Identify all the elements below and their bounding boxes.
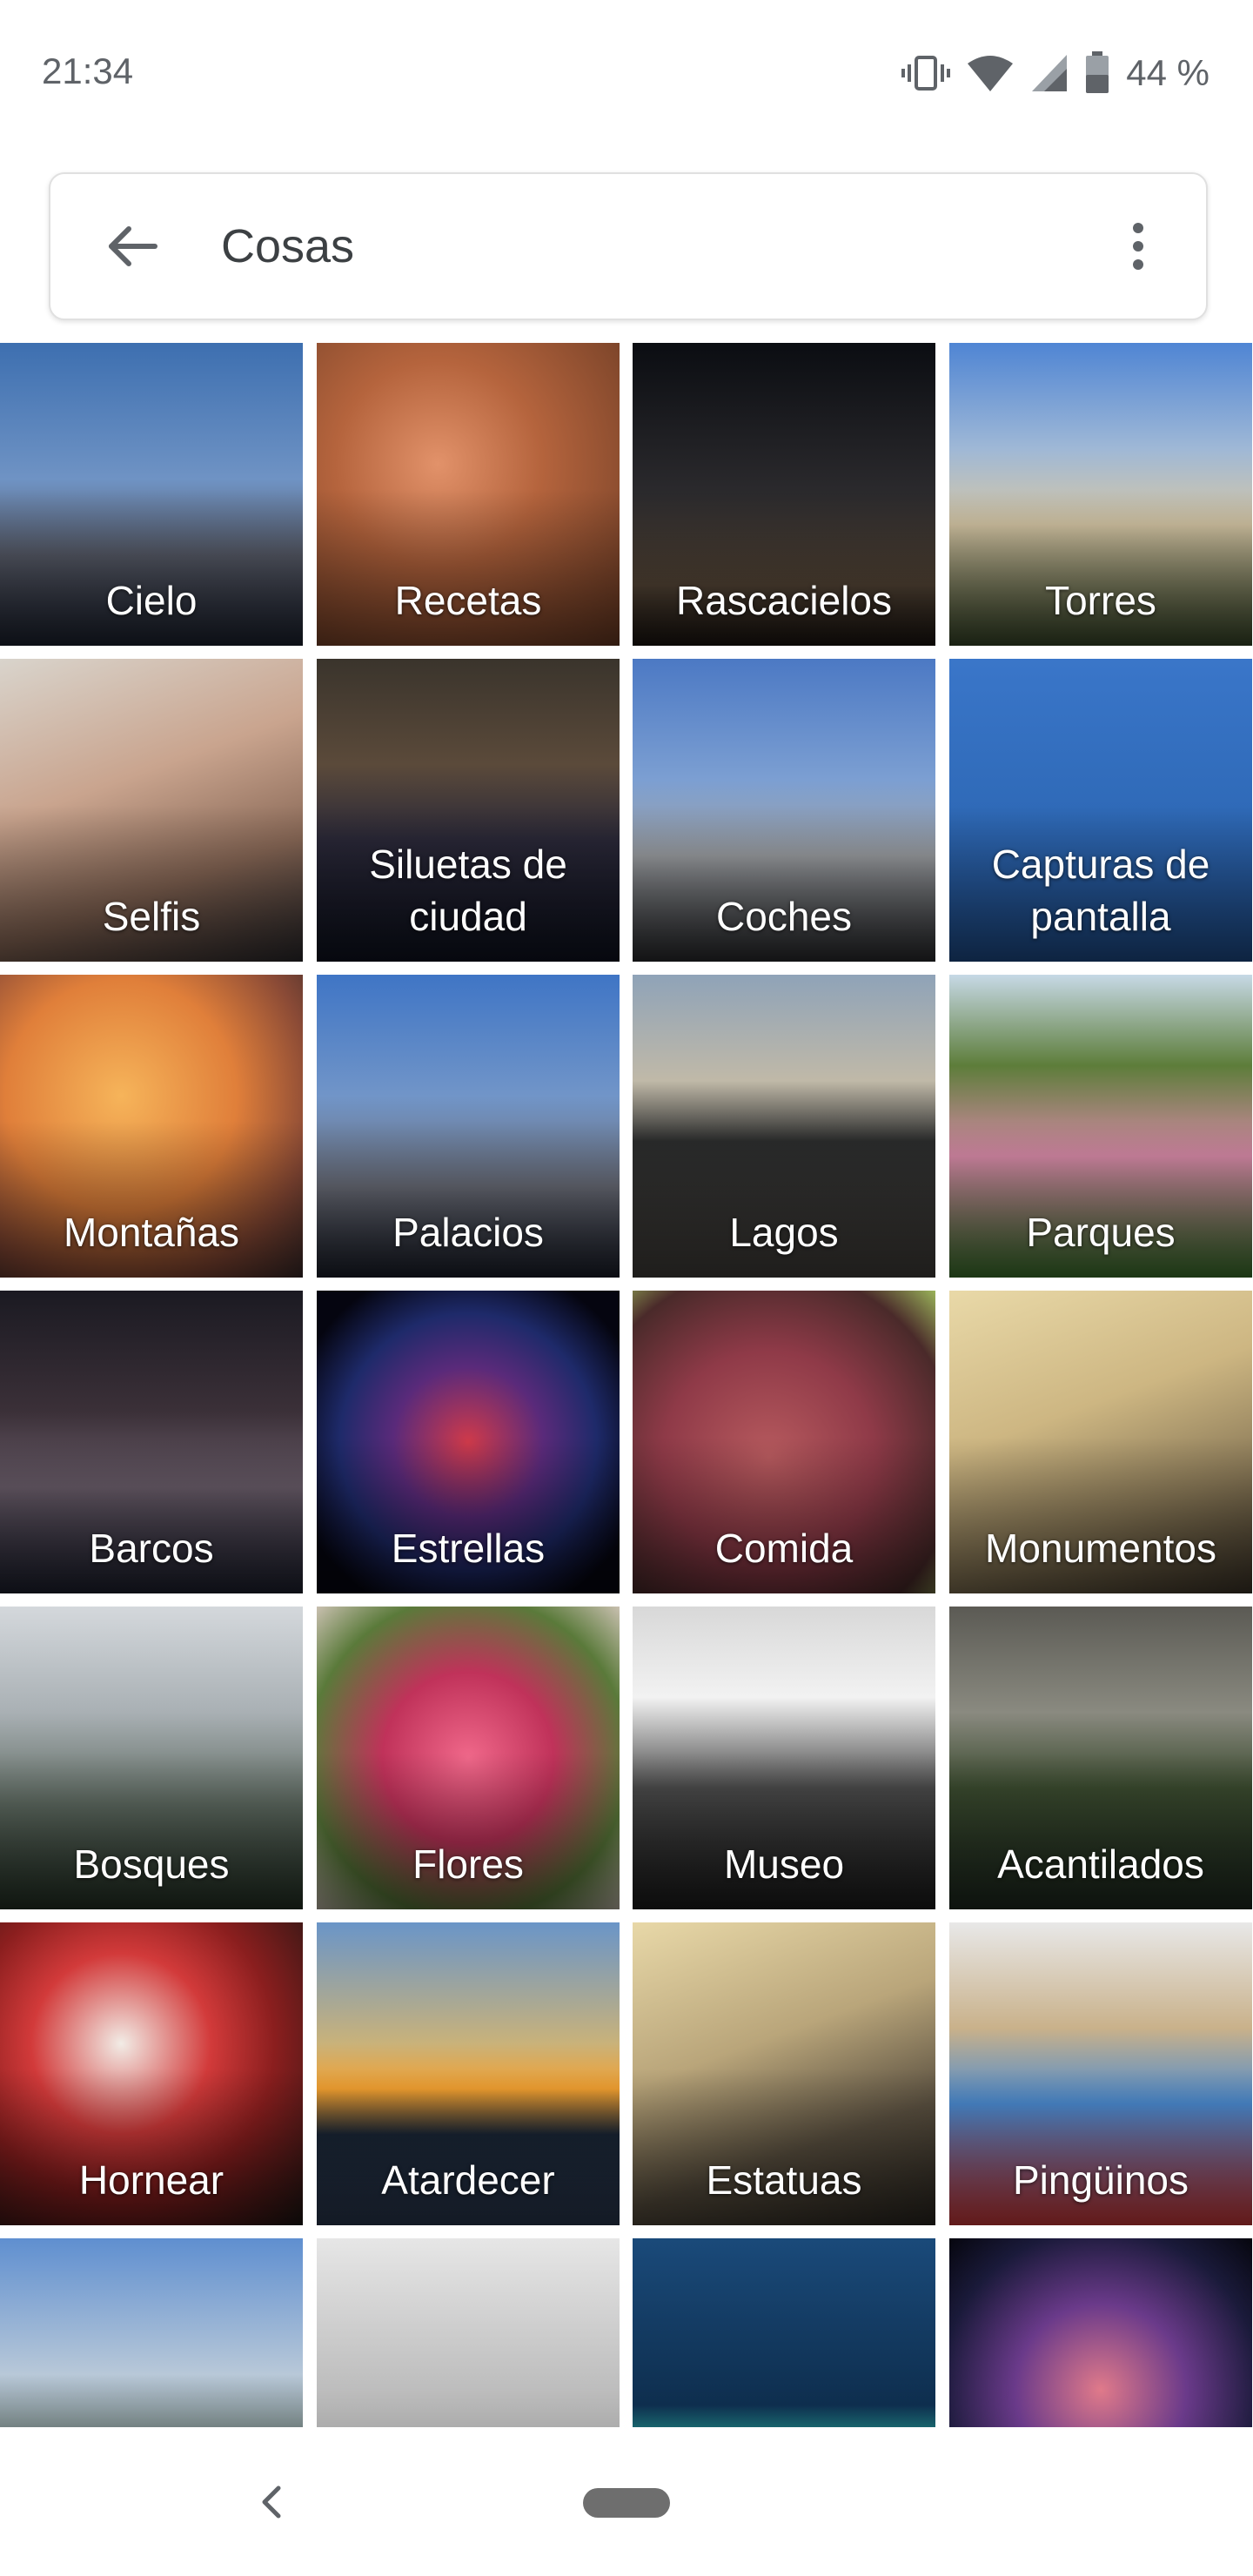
category-tile[interactable]	[317, 2238, 620, 2427]
category-tile[interactable]: Montañas	[0, 975, 303, 1278]
search-query[interactable]: Cosas	[221, 219, 354, 273]
category-tile[interactable]: Rascacielos	[633, 343, 935, 646]
status-bar: 21:34 44 %	[0, 0, 1253, 148]
category-tile[interactable]: Barcos	[0, 1291, 303, 1593]
category-label: Montañas	[63, 1210, 239, 1255]
cell-signal-icon	[1030, 53, 1069, 93]
category-tile[interactable]: Estrellas	[317, 1291, 620, 1593]
category-tile[interactable]: Recetas	[317, 343, 620, 646]
category-tile[interactable]: Flores	[317, 1607, 620, 1909]
category-label: Capturas de pantalla	[991, 842, 1210, 939]
vibrate-icon	[901, 52, 951, 94]
category-tile[interactable]	[949, 2238, 1252, 2427]
category-label: Siluetas de ciudad	[369, 842, 567, 939]
category-thumbnail	[633, 2238, 935, 2427]
category-tile[interactable]	[633, 2238, 935, 2427]
category-tile[interactable]: Torres	[949, 343, 1252, 646]
category-thumbnail	[949, 2238, 1252, 2427]
category-label: Acantilados	[997, 1841, 1204, 1887]
category-tile[interactable]: Selfis	[0, 659, 303, 962]
status-time: 21:34	[42, 50, 134, 91]
navigation-bar	[0, 2427, 1253, 2576]
nav-back-icon	[245, 2485, 298, 2532]
category-label: Recetas	[394, 578, 542, 623]
category-tile[interactable]: Estatuas	[633, 1922, 935, 2225]
category-tile[interactable]	[0, 2238, 303, 2427]
category-thumbnail	[0, 2238, 303, 2427]
category-label: Bosques	[73, 1841, 230, 1887]
category-label: Monumentos	[985, 1526, 1216, 1571]
more-vert-icon	[1103, 223, 1173, 285]
category-label: Estatuas	[706, 2157, 862, 2203]
wifi-icon	[966, 53, 1015, 93]
category-tile[interactable]: Coches	[633, 659, 935, 962]
arrow-back-icon	[97, 226, 167, 285]
status-icons: 44 %	[901, 50, 1209, 96]
category-label: Atardecer	[381, 2157, 555, 2203]
category-label: Lagos	[729, 1210, 839, 1255]
category-tile[interactable]: Cielo	[0, 343, 303, 646]
category-tile[interactable]: Parques	[949, 975, 1252, 1278]
category-label: Flores	[412, 1841, 524, 1887]
category-tile[interactable]: Capturas de pantalla	[949, 659, 1252, 962]
category-label: Museo	[723, 1841, 845, 1887]
category-tile[interactable]: Acantilados	[949, 1607, 1252, 1909]
category-tile[interactable]: Pingüinos	[949, 1922, 1252, 2225]
category-tile[interactable]: Museo	[633, 1607, 935, 1909]
home-pill-button[interactable]	[583, 2488, 670, 2518]
category-label: Parques	[1026, 1210, 1176, 1255]
category-tile[interactable]: Siluetas de ciudad	[317, 659, 620, 962]
category-tile[interactable]: Lagos	[633, 975, 935, 1278]
nav-back-button[interactable]	[245, 2476, 298, 2528]
category-thumbnail	[317, 2238, 620, 2427]
category-tile[interactable]: Palacios	[317, 975, 620, 1278]
battery-percentage: 44 %	[1126, 52, 1209, 93]
category-label: Pingüinos	[1012, 2157, 1189, 2203]
category-label: Estrellas	[391, 1526, 546, 1571]
category-tile[interactable]: Bosques	[0, 1607, 303, 1909]
category-tile[interactable]: Comida	[633, 1291, 935, 1593]
category-tile[interactable]: Monumentos	[949, 1291, 1252, 1593]
category-label: Hornear	[78, 2157, 224, 2203]
more-options-button[interactable]	[1103, 211, 1173, 281]
category-label: Torres	[1045, 578, 1156, 623]
category-label: Palacios	[392, 1210, 544, 1255]
category-label: Cielo	[105, 578, 198, 623]
back-button[interactable]	[97, 211, 167, 281]
category-label: Barcos	[89, 1526, 214, 1571]
category-tile[interactable]: Hornear	[0, 1922, 303, 2225]
category-grid: Cielo Recetas Rascacielos Torres Selfis Silue…	[0, 343, 1253, 2427]
category-tile[interactable]: Atardecer	[317, 1922, 620, 2225]
battery-icon	[1084, 51, 1110, 95]
search-bar[interactable]: Cosas	[49, 172, 1208, 320]
category-label: Coches	[716, 894, 852, 939]
category-label: Comida	[714, 1526, 854, 1571]
category-label: Selfis	[102, 894, 201, 939]
category-label: Rascacielos	[676, 578, 892, 623]
